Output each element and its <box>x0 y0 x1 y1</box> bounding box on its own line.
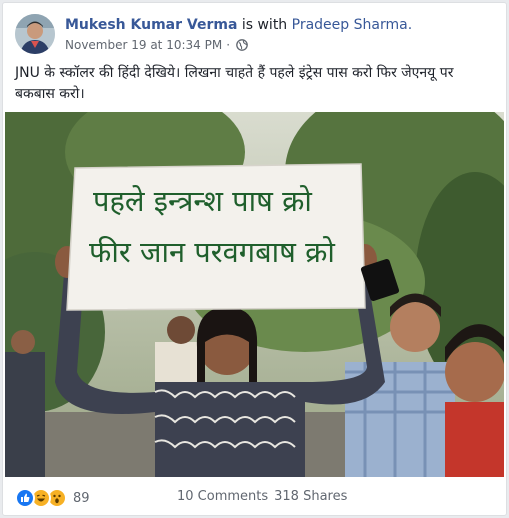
reaction-count[interactable]: 89 <box>73 491 90 506</box>
meta-separator: · <box>226 38 231 52</box>
comments-link[interactable]: 10 Comments <box>177 489 268 504</box>
avatar[interactable] <box>15 14 55 54</box>
post-card: Mukesh Kumar Verma is with Pradeep Sharm… <box>2 2 507 516</box>
post-header: Mukesh Kumar Verma is with Pradeep Sharm… <box>65 17 412 33</box>
avatar-image <box>15 14 55 54</box>
globe-icon[interactable] <box>236 39 248 51</box>
author-link[interactable]: Mukesh Kumar Verma <box>65 17 237 33</box>
reactions-summary[interactable]: 89 <box>15 488 90 508</box>
post-photo[interactable]: पहले इन्त्रन्श पाष क्रो फीर जान परवगबाष … <box>5 112 504 477</box>
tagged-user-link[interactable]: Pradeep Sharma. <box>292 17 413 33</box>
post-meta: November 19 at 10:34 PM · <box>65 38 248 52</box>
post-text: JNU के स्कॉलर की हिंदी देखिये। लिखना चाह… <box>15 65 454 102</box>
sign-line-1: पहले इन्त्रन्श पाष क्रो <box>93 184 312 218</box>
protest-photo: पहले इन्त्रन्श पाष क्रो फीर जान परवगबाष … <box>5 112 504 477</box>
shares-link[interactable]: 318 Shares <box>274 489 347 504</box>
sign-line-2: फीर जान परवगबाष क्रो <box>89 235 335 269</box>
like-icon <box>15 488 35 508</box>
post-stats: 10 Comments 318 Shares <box>177 489 347 504</box>
timestamp-link[interactable]: November 19 at 10:34 PM <box>65 38 222 52</box>
with-text: is with <box>241 17 288 33</box>
post-footer: 89 10 Comments 318 Shares <box>3 479 506 515</box>
